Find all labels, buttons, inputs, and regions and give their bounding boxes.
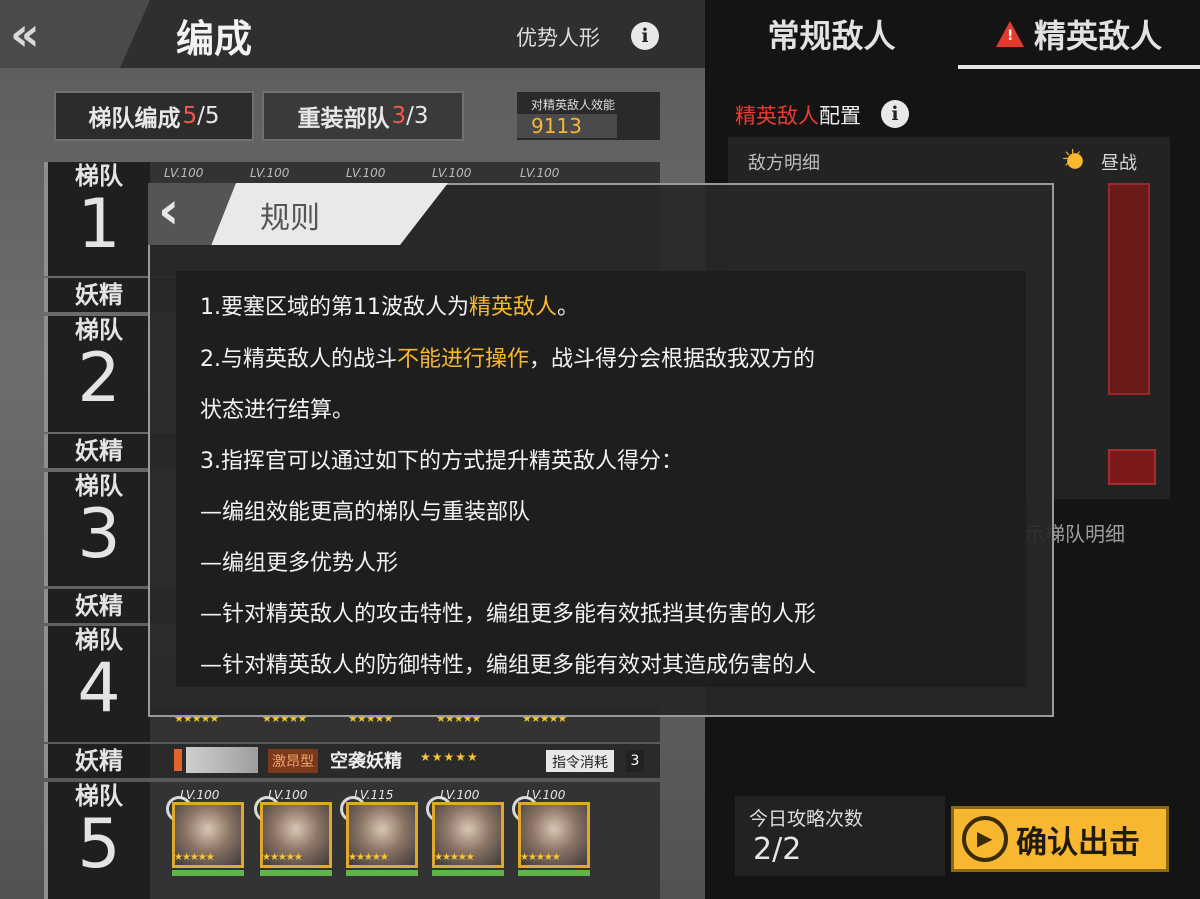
enemy-stat-bar <box>1108 449 1156 485</box>
tab-elite-enemies[interactable]: 精英敌人 <box>958 0 1200 68</box>
confirm-sortie-label: 确认出击 <box>1016 824 1140 861</box>
page-title: 编成 <box>176 17 253 61</box>
rule-line: 1.要塞区域的第11波敌人为精英敌人。 <box>200 295 580 320</box>
doll-card[interactable]: LV.100 ★★★★★ <box>512 788 590 876</box>
rule-line: —编组更多优势人形 <box>200 551 399 576</box>
command-cost-label: 指令消耗 <box>546 750 614 772</box>
tab-label: 梯队编成 <box>88 106 181 132</box>
back-button[interactable]: « <box>0 0 150 68</box>
doll-level: LV.100 <box>520 166 560 180</box>
warning-icon <box>995 21 1024 47</box>
efficiency-value: 9113 <box>517 114 617 138</box>
doll-level: LV.100 <box>250 166 290 180</box>
top-bar: « 编成 优势人形 i <box>0 0 705 68</box>
echelon-1-label[interactable]: 梯队 1 <box>44 162 150 276</box>
doll-level: LV.100 <box>346 166 386 180</box>
rule-line: 2.与精英敌人的战斗不能进行操作，战斗得分会根据敌我双方的 <box>200 347 816 372</box>
active-tab-indicator <box>958 65 1200 69</box>
doll-level: LV.100 <box>268 788 308 802</box>
rule-line: —针对精英敌人的攻击特性，编组更多能有效抵挡其伤害的人形 <box>200 602 817 627</box>
doll-card[interactable]: LV.115 ★★★★★ <box>340 788 418 876</box>
elite-efficiency-box: 对精英敌人效能 9113 <box>517 92 660 140</box>
fairy-accent-bar <box>174 749 182 771</box>
doll-stars: ★★★★★ <box>262 852 303 863</box>
echelon-5-label[interactable]: 梯队 5 <box>44 782 150 899</box>
doll-level: LV.100 <box>164 166 204 180</box>
doll-level: LV.115 <box>354 788 394 802</box>
daily-attempts: 今日攻略次数 2/2 <box>735 796 945 876</box>
echelon-4-label[interactable]: 梯队 4 <box>44 626 150 742</box>
fairy-portrait <box>186 747 258 773</box>
elite-config-heading: 精英敌人配置 <box>735 104 861 128</box>
heavy-unit-count: 3/3 <box>391 103 429 129</box>
enemy-stat-panel <box>1108 183 1150 395</box>
doll-hp-bar <box>172 870 244 876</box>
info-icon[interactable]: i <box>631 22 659 50</box>
doll-hp-bar <box>518 870 590 876</box>
doll-stars: ★★★★★ <box>520 852 561 863</box>
rules-content[interactable]: 1.要塞区域的第11波敌人为精英敌人。 2.与精英敌人的战斗不能进行操作，战斗得… <box>176 271 1026 687</box>
tab-label: 精英敌人 <box>1033 17 1162 55</box>
doll-card[interactable]: LV.100 ★★★★★ <box>254 788 332 876</box>
doll-level: LV.100 <box>180 788 220 802</box>
fairy-stars: ★★★★★ <box>420 750 479 764</box>
doll-level: LV.100 <box>432 166 472 180</box>
doll-hp-bar <box>346 870 418 876</box>
advantage-dolls-label[interactable]: 优势人形 <box>516 22 600 52</box>
dialog-header: ‹ 规则 <box>148 183 448 245</box>
enemy-detail-label: 敌方明细 <box>748 153 820 174</box>
double-chevron-left-icon: « <box>10 7 39 61</box>
info-icon[interactable]: i <box>881 100 909 128</box>
rule-line: —针对精英敌人的防御特性，编组更多能有效对其造成伤害的人 <box>200 653 817 678</box>
tab-echelon-formation[interactable]: 梯队编成 5/5 <box>54 91 254 141</box>
doll-card[interactable]: LV.100 ★★★★★ <box>166 788 244 876</box>
command-cost-value: 3 <box>626 750 644 772</box>
doll-card[interactable]: LV.100 ★★★★★ <box>426 788 504 876</box>
doll-level: LV.100 <box>440 788 480 802</box>
doll-hp-bar <box>432 870 504 876</box>
doll-stars: ★★★★★ <box>174 852 215 863</box>
doll-level: LV.100 <box>526 788 566 802</box>
sun-icon <box>1061 145 1087 175</box>
confirm-sortie-button[interactable]: 确认出击 <box>951 806 1169 872</box>
chevron-left-icon[interactable]: ‹ <box>148 183 236 245</box>
echelon-count: 5/5 <box>182 103 220 129</box>
rule-line: —编组效能更高的梯队与重装部队 <box>200 500 531 525</box>
tab-heavy-units[interactable]: 重装部队 3/3 <box>262 91 464 141</box>
echelon-3-label[interactable]: 梯队 3 <box>44 472 150 586</box>
attempts-value: 2/2 <box>753 832 802 867</box>
day-battle-label: 昼战 <box>1101 153 1137 174</box>
tab-label: 重装部队 <box>297 106 390 132</box>
attempts-label: 今日攻略次数 <box>749 808 864 830</box>
efficiency-label: 对精英敌人效能 <box>531 98 616 112</box>
echelon-2-label[interactable]: 梯队 2 <box>44 316 150 432</box>
fairy-detail[interactable]: 激昂型 空袭妖精 ★★★★★ 指令消耗 3 <box>150 745 660 775</box>
doll-stars: ★★★★★ <box>434 852 475 863</box>
rule-line: 状态进行结算。 <box>200 398 355 423</box>
fairy-type-badge: 激昂型 <box>268 749 318 773</box>
rules-dialog: ‹ 规则 1.要塞区域的第11波敌人为精英敌人。 2.与精英敌人的战斗不能进行操… <box>148 183 1054 717</box>
fairy-name: 空袭妖精 <box>330 751 402 772</box>
tab-normal-enemies[interactable]: 常规敌人 <box>705 0 958 68</box>
dialog-title: 规则 <box>260 201 320 236</box>
play-icon <box>962 816 1008 862</box>
doll-hp-bar <box>260 870 332 876</box>
doll-stars: ★★★★★ <box>348 852 389 863</box>
rule-line: 3.指挥官可以通过如下的方式提升精英敌人得分： <box>200 449 683 474</box>
